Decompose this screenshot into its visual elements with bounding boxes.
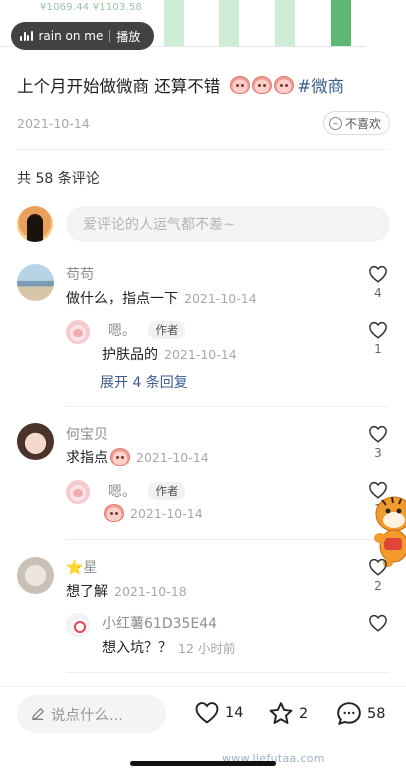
avatar[interactable] bbox=[66, 480, 90, 504]
crying-emoji-icon bbox=[252, 76, 273, 94]
mini-bar bbox=[275, 0, 295, 46]
comment-button[interactable]: 58 bbox=[336, 701, 385, 726]
section-divider bbox=[17, 149, 389, 150]
comment-text[interactable]: 做什么，指点一下 2021-10-14 bbox=[66, 288, 257, 308]
pill-separator bbox=[109, 30, 111, 42]
say-input-placeholder: 说点什么... bbox=[51, 707, 123, 724]
post-date: 2021-10-14 bbox=[17, 116, 90, 131]
comment-like-button[interactable]: 4 bbox=[366, 265, 390, 300]
reply-author[interactable]: 嗯。 作者 bbox=[108, 481, 186, 501]
like-count: 1 bbox=[374, 342, 382, 356]
reply-author[interactable]: 小红薯61D35E44 bbox=[102, 613, 217, 633]
comment-count: 共 58 条评论 bbox=[17, 171, 100, 187]
post-body: 上个月开始做微商 还算不错 bbox=[17, 77, 221, 96]
comment-bubble-icon bbox=[337, 702, 361, 725]
author-badge: 作者 bbox=[148, 482, 186, 500]
hashtag-link[interactable]: #微商 bbox=[297, 73, 344, 97]
reply-body: 想入坑？？ bbox=[102, 640, 172, 656]
mini-bar bbox=[331, 0, 351, 46]
comment-author[interactable]: 何宝贝 bbox=[66, 424, 108, 444]
comment-body: 做什么，指点一下 bbox=[66, 291, 178, 307]
star-icon bbox=[269, 702, 293, 724]
like-count: 2 bbox=[374, 579, 382, 593]
comment-like-button[interactable]: 2 bbox=[366, 558, 390, 593]
comment-body: 想了解 bbox=[66, 584, 108, 600]
reply-text[interactable]: 想入坑？？ 12 小时前 bbox=[102, 637, 235, 657]
dislike-button[interactable]: 不喜欢 bbox=[323, 111, 391, 135]
comment-input[interactable]: 爱评论的人运气都不差~ bbox=[66, 206, 390, 242]
heart-icon bbox=[369, 614, 387, 632]
reply-date: 12 小时前 bbox=[178, 640, 236, 656]
crying-emoji-icon bbox=[110, 448, 130, 466]
heart-icon bbox=[195, 702, 219, 724]
comment-date: 2021-10-18 bbox=[114, 583, 187, 599]
pencil-icon bbox=[32, 708, 44, 720]
reply-author-name: 嗯。 bbox=[108, 323, 136, 339]
avatar[interactable] bbox=[17, 264, 54, 301]
comment-author[interactable]: ⭐星 bbox=[66, 557, 97, 577]
reply-text[interactable]: 护肤品的 2021-10-14 bbox=[102, 344, 237, 364]
music-title: rain on me bbox=[38, 29, 104, 43]
comment-date: 2021-10-14 bbox=[184, 290, 257, 306]
post-text: 上个月开始做微商 还算不错 #微商 bbox=[17, 73, 344, 97]
audio-wave-icon bbox=[20, 31, 33, 41]
play-label[interactable]: 播放 bbox=[116, 28, 140, 45]
reply-date: 2021-10-14 bbox=[130, 505, 203, 521]
heart-icon bbox=[369, 558, 387, 576]
like-count: 4 bbox=[374, 286, 382, 300]
heart-icon bbox=[369, 265, 387, 283]
dislike-label: 不喜欢 bbox=[345, 116, 382, 131]
reply-like-button[interactable] bbox=[366, 614, 390, 632]
crying-emoji-icon bbox=[104, 504, 124, 522]
comment-date: 2021-10-14 bbox=[136, 449, 209, 465]
comment-divider bbox=[66, 406, 389, 407]
comment-text[interactable]: 求指点 2021-10-14 bbox=[66, 447, 209, 467]
avatar bbox=[17, 206, 53, 242]
reply-author-name: 嗯。 bbox=[108, 484, 136, 500]
heart-icon bbox=[369, 321, 387, 339]
crying-emoji-icon bbox=[274, 76, 295, 94]
expand-replies-link[interactable]: 展开 4 条回复 bbox=[100, 372, 188, 392]
reply-text[interactable]: 2021-10-14 bbox=[102, 504, 203, 522]
comment-like-button[interactable]: 3 bbox=[366, 425, 390, 460]
reply-date: 2021-10-14 bbox=[164, 346, 237, 362]
sad-face-icon bbox=[329, 116, 342, 130]
mini-values: ¥1069.44 ¥1103.58 bbox=[40, 2, 143, 13]
music-pill[interactable]: rain on me 播放 bbox=[11, 22, 154, 50]
avatar[interactable] bbox=[66, 613, 90, 637]
emoji-group bbox=[228, 76, 295, 94]
comment-text[interactable]: 想了解 2021-10-18 bbox=[66, 581, 187, 601]
collect-button[interactable]: 2 bbox=[268, 701, 308, 726]
comment-divider bbox=[66, 539, 389, 540]
avatar[interactable] bbox=[66, 320, 90, 344]
home-indicator[interactable] bbox=[130, 761, 276, 766]
like-button[interactable]: 14 bbox=[194, 701, 243, 724]
comment-divider bbox=[66, 672, 389, 673]
reply-body: 护肤品的 bbox=[102, 347, 158, 363]
mini-bar bbox=[219, 0, 239, 46]
like-count: 3 bbox=[374, 446, 382, 460]
comment-body: 求指点 bbox=[66, 450, 108, 466]
mini-bar bbox=[164, 0, 184, 46]
reply-like-button[interactable]: 1 bbox=[366, 321, 390, 356]
author-badge: 作者 bbox=[148, 321, 186, 339]
avatar[interactable] bbox=[17, 423, 54, 460]
crying-emoji-icon bbox=[230, 76, 251, 94]
comment-total: 58 bbox=[367, 705, 386, 722]
say-something-input[interactable]: 说点什么... bbox=[17, 695, 166, 733]
avatar[interactable] bbox=[17, 557, 54, 594]
heart-icon bbox=[369, 425, 387, 443]
like-total: 14 bbox=[225, 704, 244, 721]
comment-author[interactable]: 苟苟 bbox=[66, 264, 94, 284]
reply-author[interactable]: 嗯。 作者 bbox=[108, 320, 186, 340]
collect-total: 2 bbox=[299, 705, 309, 722]
bottom-action-bar: 说点什么... 14 2 58 bbox=[0, 686, 406, 746]
